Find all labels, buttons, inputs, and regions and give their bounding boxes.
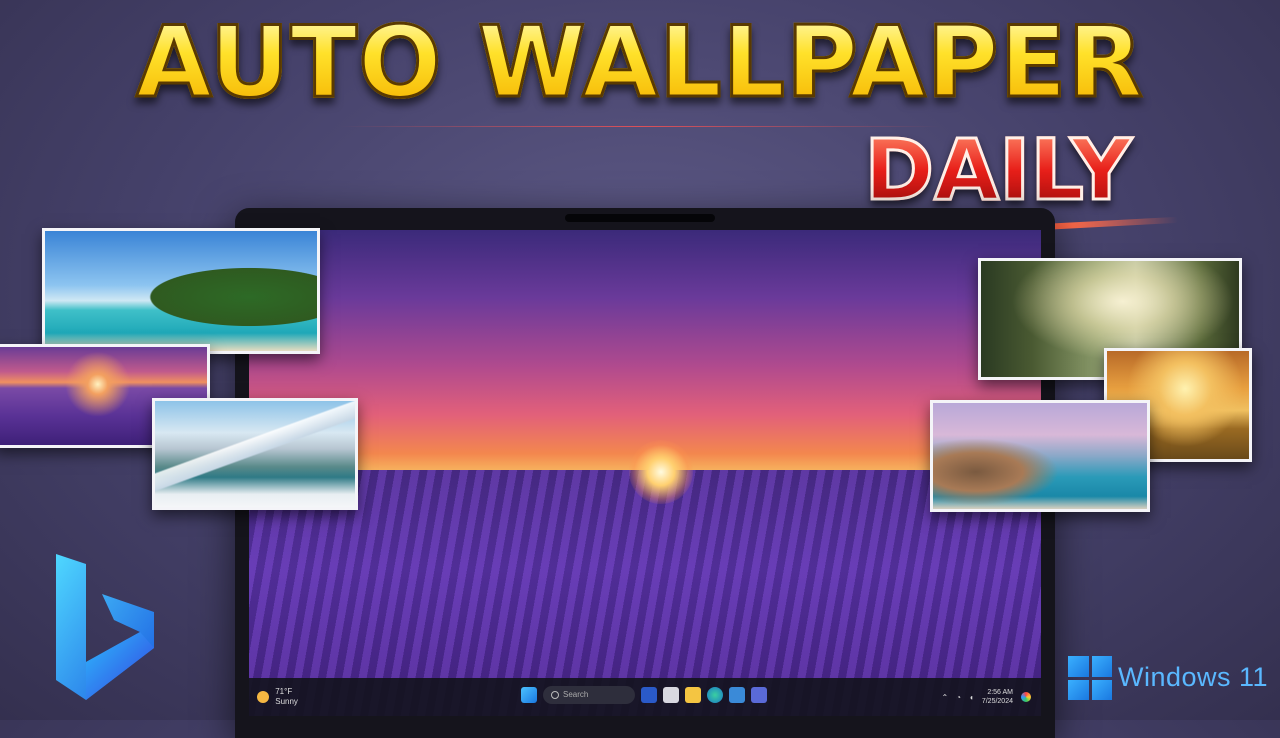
clock-time: 2:56 AM [987,689,1013,696]
clock[interactable]: 2:56 AM 7/25/2024 [982,688,1013,706]
wallpaper-thumb-coast [930,400,1150,512]
clock-date: 7/25/2024 [981,698,1013,705]
edge-icon[interactable] [707,687,723,703]
headline-subtitle: DAILY [808,127,1188,214]
bing-logo-icon [56,554,154,700]
taskbar-search[interactable]: Search [543,686,635,704]
task-view-icon[interactable] [663,687,679,703]
wallpaper-thumb-beach [42,228,320,354]
volume-icon[interactable]: ◖ [969,693,974,702]
weather-widget[interactable]: 71°F Sunny [257,687,298,707]
weather-desc: Sunny [275,697,298,706]
headline-title: AUTO WALLPAPER [0,13,1280,114]
store-icon[interactable] [729,687,745,703]
sun-glow [629,440,693,504]
laptop-notch [565,214,715,222]
search-placeholder: Search [563,690,589,699]
weather-temp: 71°F [275,687,293,696]
wallpaper-thumb-mountain [152,398,358,510]
desktop-wallpaper [249,230,1041,716]
system-tray: ⌃ ◔ ◖ 2:56 AM 7/25/2024 [941,688,1031,706]
copilot-icon[interactable] [641,687,657,703]
taskbar-center: Search [521,686,767,704]
chevron-up-icon[interactable]: ⌃ [941,693,948,702]
start-icon[interactable] [521,687,537,703]
title-divider [340,126,940,127]
wifi-icon[interactable]: ◔ [956,693,961,702]
search-icon [551,691,559,699]
weather-sun-icon [257,691,269,703]
file-explorer-icon[interactable] [685,687,701,703]
settings-icon[interactable] [751,687,767,703]
taskbar: 71°F Sunny Search ⌃ ◔ ◖ 2:56 AM 7/25/202… [249,678,1041,716]
colorful-app-icon[interactable] [1021,692,1031,702]
windows-label: Windows 11 [1118,662,1269,692]
windows-logo-icon [1068,656,1112,700]
